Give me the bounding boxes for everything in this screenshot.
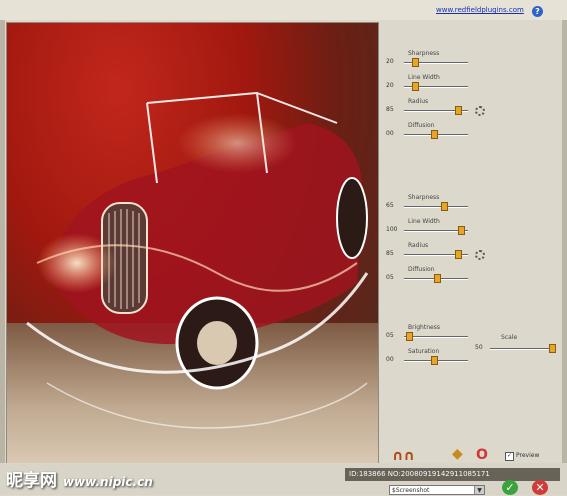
slider-caption: Radius — [408, 242, 429, 249]
slider-thumb[interactable] — [406, 332, 413, 341]
top-bar: www.redfieldplugins.com ? — [0, 0, 567, 20]
slider-thumb[interactable] — [434, 274, 441, 283]
scale-caption: Scale — [501, 334, 518, 341]
settings-panel: Sharpness 20 Line Width 20 Radius 85 Diffusion… — [380, 22, 560, 452]
window-frame-left — [0, 0, 5, 495]
slider-value: 05 — [386, 332, 394, 339]
preview-canvas[interactable] — [6, 22, 379, 464]
image-id-tag: ID:183866 NO:20080919142911085171 — [345, 468, 560, 481]
slider-thumb[interactable] — [455, 250, 462, 259]
slider-caption: Radius — [408, 98, 429, 105]
chevron-down-icon[interactable]: ▼ — [474, 486, 484, 494]
slider-value: 65 — [386, 202, 394, 209]
help-button[interactable]: ? — [532, 6, 543, 17]
slider-value: 20 — [386, 82, 394, 89]
slider-caption: Brightness — [408, 324, 440, 331]
ok-button[interactable]: ✓ — [502, 480, 518, 495]
tool-button-1[interactable]: ∩∩ — [392, 448, 415, 464]
slider-value: 00 — [386, 356, 394, 363]
slider-thumb[interactable] — [458, 226, 465, 235]
slider-caption: Saturation — [408, 348, 440, 355]
slider-value: 85 — [386, 106, 394, 113]
slider-thumb[interactable] — [441, 202, 448, 211]
preview-checkbox[interactable]: ✓ — [505, 452, 514, 461]
slider-thumb[interactable] — [431, 130, 438, 139]
watermark: 昵享网 www.nipic.cn — [6, 471, 153, 491]
gear-icon-2[interactable] — [475, 250, 485, 260]
slider-value: 100 — [386, 226, 398, 233]
fractalized-car-image — [26, 91, 369, 429]
scale-value: 50 — [475, 344, 483, 351]
slider-value: 20 — [386, 58, 394, 65]
cancel-button[interactable]: ✕ — [532, 480, 548, 495]
scale-thumb[interactable] — [549, 344, 556, 353]
scale-track[interactable] — [490, 348, 556, 350]
slider-caption: Sharpness — [408, 194, 440, 201]
slider-value: 05 — [386, 274, 394, 281]
slider-caption: Line Width — [408, 218, 440, 225]
tool-button-3[interactable]: O — [476, 447, 488, 463]
slider-caption: Diffusion — [408, 266, 435, 273]
preview-label: Preview — [516, 452, 540, 459]
slider-track[interactable] — [404, 206, 468, 208]
slider-thumb[interactable] — [412, 58, 419, 67]
website-link[interactable]: www.redfieldplugins.com — [436, 6, 524, 14]
tool-button-2[interactable]: ◆ — [452, 446, 463, 462]
slider-value: 00 — [386, 130, 394, 137]
slider-caption: Diffusion — [408, 122, 435, 129]
slider-track[interactable] — [404, 336, 468, 338]
slider-caption: Sharpness — [408, 50, 440, 57]
slider-value: 85 — [386, 250, 394, 257]
gear-icon-1[interactable] — [475, 106, 485, 116]
slider-thumb[interactable] — [455, 106, 462, 115]
slider-caption: Line Width — [408, 74, 440, 81]
slider-thumb[interactable] — [431, 356, 438, 365]
slider-thumb[interactable] — [412, 82, 419, 91]
preset-select[interactable]: $Screenshot ▼ — [389, 485, 485, 495]
window-frame-right — [562, 0, 567, 495]
